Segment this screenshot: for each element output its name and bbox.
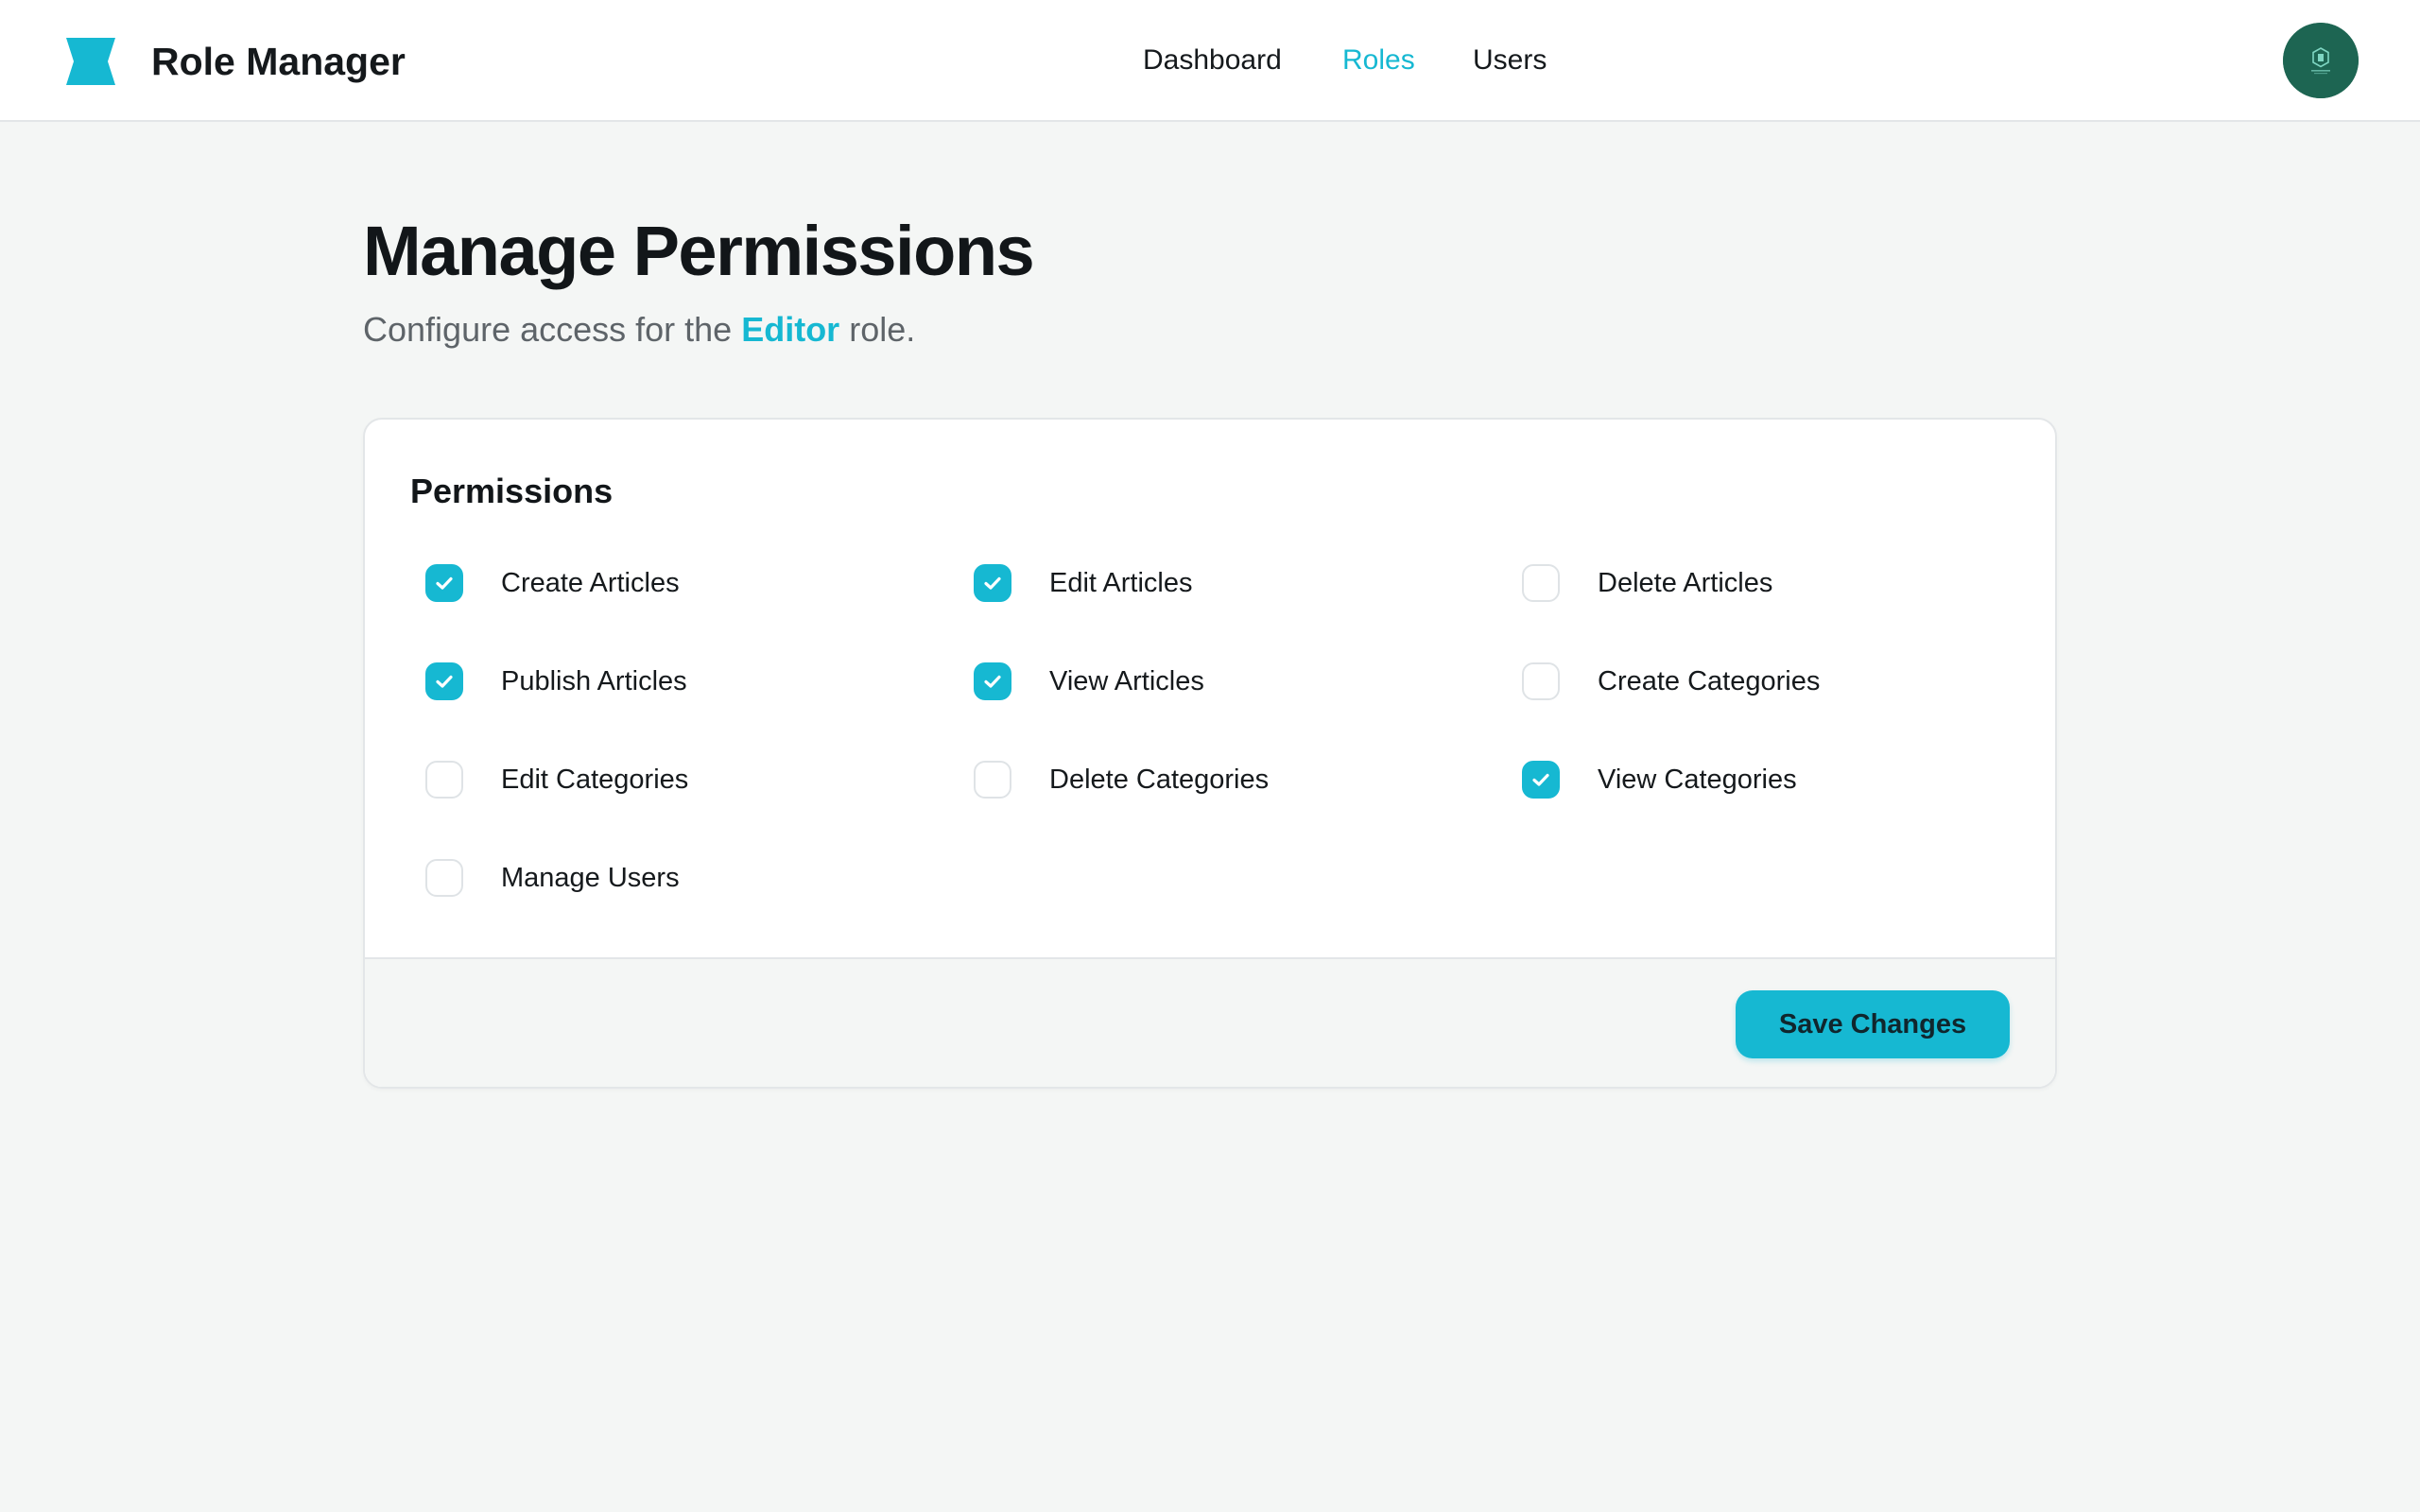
permission-checkbox[interactable] — [425, 859, 463, 897]
permission-label: Delete Categories — [1049, 765, 1270, 795]
permissions-heading: Permissions — [410, 472, 614, 510]
permission-delete-articles[interactable]: Delete Articles — [1522, 562, 1772, 604]
save-changes-button[interactable]: Save Changes — [1736, 990, 2010, 1058]
permission-label: View Articles — [1049, 666, 1204, 696]
permissions-card: Permissions Create Articles Edit Articles… — [363, 418, 2057, 1089]
permission-manage-users[interactable]: Manage Users — [425, 857, 680, 899]
permission-label: View Categories — [1598, 765, 1797, 795]
permission-label: Publish Articles — [501, 666, 687, 696]
permission-delete-categories[interactable]: Delete Categories — [974, 759, 1269, 800]
permission-label: Edit Categories — [501, 765, 689, 795]
permission-view-categories[interactable]: View Categories — [1522, 759, 1797, 800]
permission-label: Manage Users — [501, 863, 680, 893]
card-footer: Save Changes — [365, 957, 2055, 1087]
checkmark-icon — [1532, 773, 1549, 786]
avatar-emblem-icon — [2283, 23, 2359, 98]
permission-create-articles[interactable]: Create Articles — [425, 562, 680, 604]
permission-checkbox[interactable] — [425, 761, 463, 799]
checkmark-icon — [984, 576, 1001, 590]
top-navbar: Role Manager Dashboard Roles Users — [0, 0, 2420, 122]
nav-item-dashboard[interactable]: Dashboard — [1143, 42, 1282, 79]
role-name: Editor — [741, 310, 840, 349]
permission-label: Delete Articles — [1598, 568, 1773, 598]
permission-label: Create Categories — [1598, 666, 1821, 696]
permission-edit-articles[interactable]: Edit Articles — [974, 562, 1193, 604]
permission-checkbox[interactable] — [974, 564, 1011, 602]
user-avatar[interactable] — [2283, 23, 2359, 98]
permission-checkbox[interactable] — [1522, 564, 1560, 602]
nav-item-users[interactable]: Users — [1473, 42, 1547, 79]
nav-item-roles[interactable]: Roles — [1342, 42, 1415, 79]
checkmark-icon — [436, 576, 453, 590]
permission-view-articles[interactable]: View Articles — [974, 661, 1204, 702]
permission-publish-articles[interactable]: Publish Articles — [425, 661, 687, 702]
permission-label: Edit Articles — [1049, 568, 1193, 598]
subtitle-suffix: role. — [839, 310, 916, 349]
checkmark-icon — [984, 675, 1001, 688]
checkmark-icon — [436, 675, 453, 688]
page-title: Manage Permissions — [363, 212, 1035, 290]
permission-create-categories[interactable]: Create Categories — [1522, 661, 1820, 702]
page-subtitle: Configure access for the Editor role. — [363, 308, 915, 352]
permission-checkbox[interactable] — [974, 761, 1011, 799]
permission-checkbox[interactable] — [974, 662, 1011, 700]
permission-checkbox[interactable] — [425, 564, 463, 602]
permission-edit-categories[interactable]: Edit Categories — [425, 759, 688, 800]
permission-checkbox[interactable] — [1522, 761, 1560, 799]
permission-checkbox[interactable] — [1522, 662, 1560, 700]
permission-checkbox[interactable] — [425, 662, 463, 700]
subtitle-prefix: Configure access for the — [363, 310, 742, 349]
main-nav: Dashboard Roles Users — [0, 42, 2420, 79]
permission-label: Create Articles — [501, 568, 680, 598]
